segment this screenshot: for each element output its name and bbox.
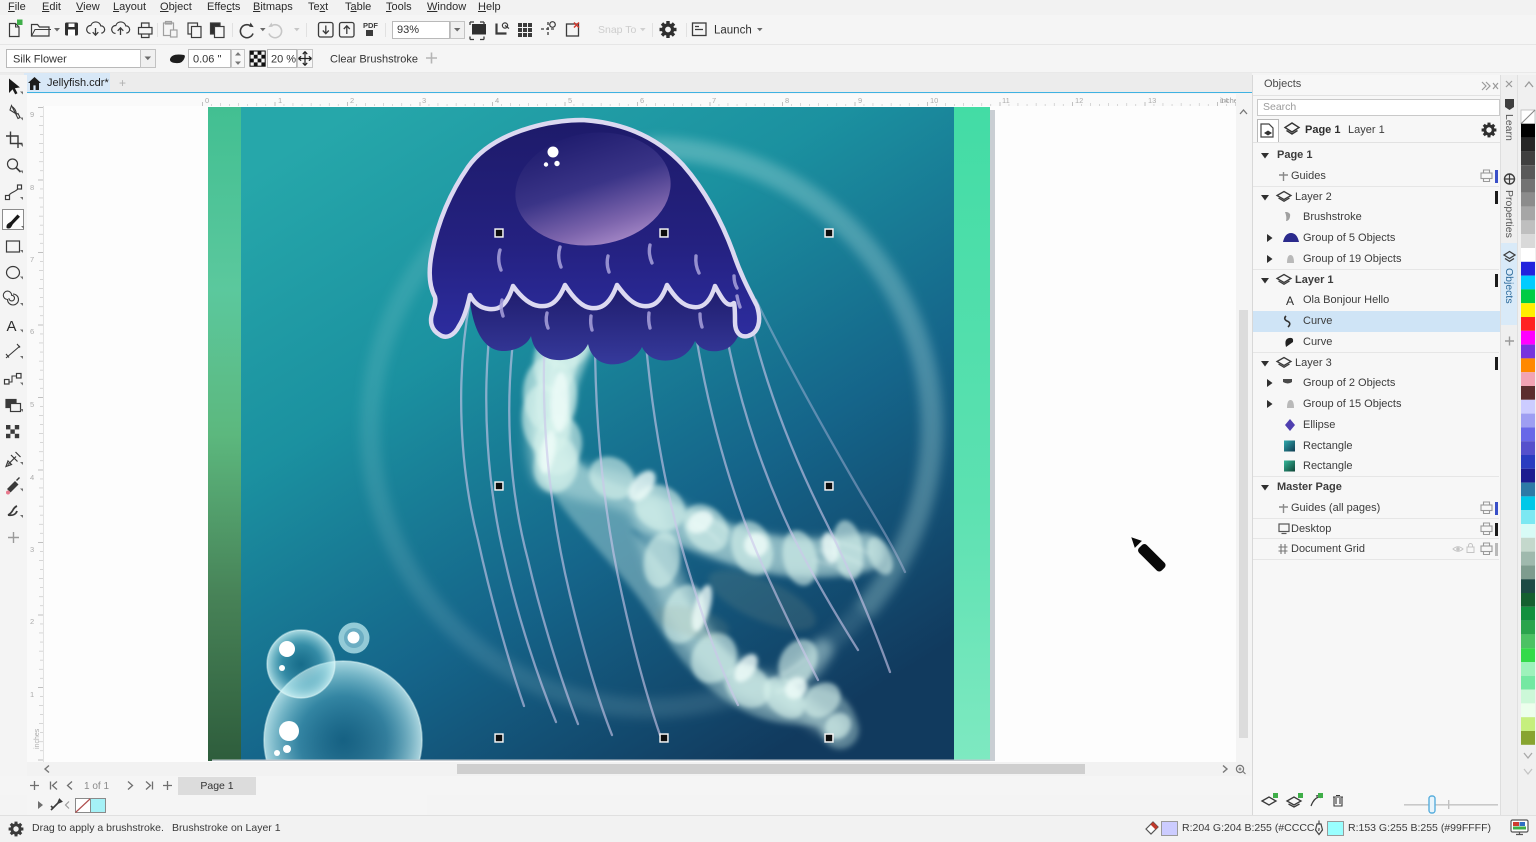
svg-text:20 %: 20 %	[271, 54, 296, 66]
svg-text:A: A	[1286, 294, 1294, 308]
svg-text:Silk Flower: Silk Flower	[13, 54, 67, 66]
svg-text:2: 2	[350, 96, 354, 105]
svg-text:Clear Brushstroke: Clear Brushstroke	[330, 54, 418, 66]
svg-text:7: 7	[30, 255, 34, 264]
svg-text:3: 3	[30, 545, 34, 554]
svg-text:6: 6	[640, 96, 644, 105]
svg-text:3: 3	[422, 96, 426, 105]
svg-text:8: 8	[30, 183, 34, 192]
svg-text:0: 0	[205, 96, 209, 105]
svg-text:7: 7	[712, 96, 716, 105]
svg-text:93%: 93%	[397, 24, 419, 36]
svg-text:1: 1	[278, 96, 282, 105]
svg-text:8: 8	[785, 96, 789, 105]
svg-text:4: 4	[30, 473, 34, 482]
svg-text:A: A	[7, 318, 17, 335]
svg-text:Launch: Launch	[714, 25, 752, 37]
svg-text:inches: inches	[34, 728, 41, 749]
svg-text:9: 9	[30, 110, 34, 119]
svg-text:11: 11	[1002, 96, 1010, 105]
svg-text:1 of 1: 1 of 1	[84, 781, 109, 792]
svg-text:5: 5	[30, 400, 34, 409]
svg-text:2: 2	[30, 617, 34, 626]
svg-text:10: 10	[930, 96, 938, 105]
svg-text:1: 1	[30, 690, 34, 699]
svg-text:0.06 ": 0.06 "	[193, 54, 221, 66]
svg-text:Snap To: Snap To	[598, 24, 636, 36]
svg-text:4: 4	[495, 96, 499, 105]
svg-text:6: 6	[30, 327, 34, 336]
svg-text:5: 5	[568, 96, 572, 105]
svg-text:12: 12	[1075, 96, 1083, 105]
svg-text:PDF: PDF	[363, 21, 378, 30]
svg-text:13: 13	[1148, 96, 1156, 105]
svg-text:inches: inches	[1220, 96, 1236, 105]
svg-text:9: 9	[858, 96, 862, 105]
